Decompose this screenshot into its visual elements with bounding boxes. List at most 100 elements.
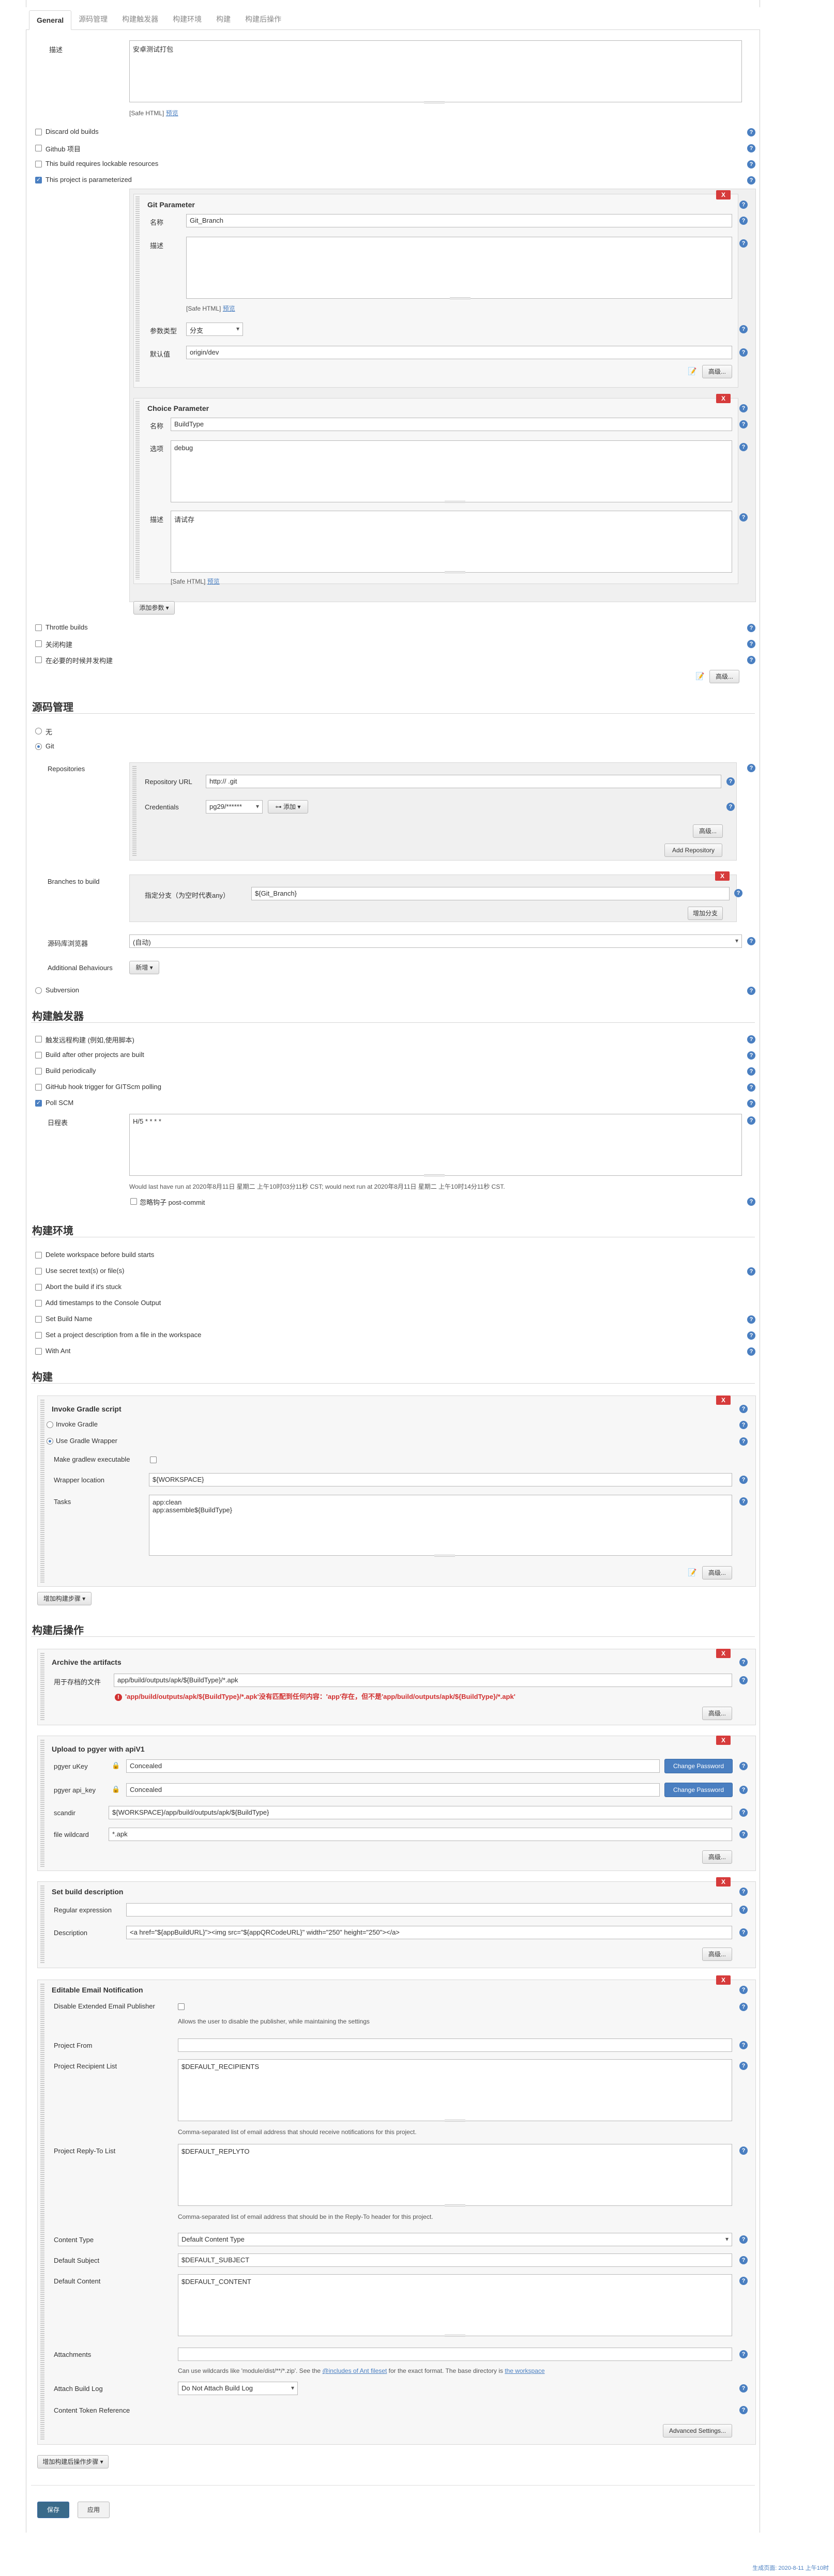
help-icon[interactable]: ?: [726, 803, 735, 811]
help-icon[interactable]: ?: [739, 2235, 748, 2244]
help-icon[interactable]: ?: [739, 2384, 748, 2393]
recipients-textarea[interactable]: $DEFAULT_RECIPIENTS: [178, 2059, 732, 2121]
ukey-input[interactable]: Concealed: [126, 1759, 660, 1773]
drag-handle[interactable]: [40, 1740, 44, 1867]
tab-scm[interactable]: 源码管理: [71, 9, 115, 29]
checkbox-build-after[interactable]: [35, 1052, 42, 1059]
resize-grip[interactable]: [434, 1555, 455, 1557]
radio-scm-none[interactable]: [35, 728, 42, 734]
help-icon[interactable]: ?: [747, 1035, 755, 1044]
project-from-input[interactable]: [178, 2038, 732, 2052]
help-icon[interactable]: ?: [739, 2277, 748, 2285]
tasks-textarea[interactable]: app:clean app:assemble${BuildType}: [149, 1495, 732, 1556]
help-icon[interactable]: ?: [739, 1986, 748, 1994]
notepad-icon[interactable]: 📝: [695, 672, 704, 681]
help-icon[interactable]: ?: [739, 217, 748, 225]
help-icon[interactable]: ?: [739, 1906, 748, 1914]
tab-build[interactable]: 构建: [209, 9, 238, 29]
help-icon[interactable]: ?: [739, 2406, 748, 2414]
delete-email-button[interactable]: X: [716, 1975, 731, 1985]
help-icon[interactable]: ?: [747, 624, 755, 632]
preview-link[interactable]: 预览: [166, 110, 178, 117]
help-icon[interactable]: ?: [739, 1497, 748, 1506]
repo-url-input[interactable]: http:// .git: [206, 775, 721, 788]
help-icon[interactable]: ?: [747, 128, 755, 136]
git-type-select[interactable]: 分支: [186, 323, 243, 336]
notepad-icon[interactable]: 📝: [688, 1568, 696, 1577]
resize-grip[interactable]: [445, 501, 465, 503]
checkbox-disable-build[interactable]: [35, 640, 42, 647]
regex-input[interactable]: [126, 1903, 732, 1916]
apikey-input[interactable]: Concealed: [126, 1783, 660, 1797]
checkbox-set-build-name[interactable]: [35, 1316, 42, 1323]
add-branch-button[interactable]: 增加分支: [688, 907, 723, 920]
git-name-input[interactable]: Git_Branch: [186, 214, 732, 227]
help-icon[interactable]: ?: [747, 937, 755, 945]
add-parameter-button[interactable]: 添加参数 ▾: [133, 601, 175, 615]
help-icon[interactable]: ?: [747, 1067, 755, 1076]
attach-log-select[interactable]: Do Not Attach Build Log: [178, 2382, 298, 2395]
tab-triggers[interactable]: 构建触发器: [115, 9, 165, 29]
delete-description-button[interactable]: X: [716, 1877, 731, 1887]
help-icon[interactable]: ?: [747, 1099, 755, 1108]
advanced-button[interactable]: 高级...: [702, 1566, 732, 1580]
help-icon[interactable]: ?: [739, 2350, 748, 2358]
checkbox-lockable[interactable]: [35, 161, 42, 167]
choice-name-input[interactable]: BuildType: [171, 418, 732, 431]
help-icon[interactable]: ?: [739, 2041, 748, 2049]
archive-files-input[interactable]: app/build/outputs/apk/${BuildType}/*.apk: [114, 1674, 732, 1687]
description-textarea[interactable]: 安卓测试打包: [129, 40, 742, 102]
resize-grip[interactable]: [445, 2335, 465, 2337]
help-icon[interactable]: ?: [747, 1083, 755, 1092]
apply-button[interactable]: 应用: [78, 2502, 110, 2518]
resize-grip[interactable]: [445, 2120, 465, 2122]
help-icon[interactable]: ?: [739, 1405, 748, 1413]
advanced-settings-button[interactable]: Advanced Settings...: [663, 2424, 732, 2437]
checkbox-parameterized[interactable]: [35, 176, 42, 183]
help-icon[interactable]: ?: [739, 1928, 748, 1937]
add-build-step-button[interactable]: 增加构建步骤 ▾: [37, 1592, 92, 1605]
help-icon[interactable]: ?: [739, 1421, 748, 1429]
radio-scm-subversion[interactable]: [35, 987, 42, 994]
help-icon[interactable]: ?: [734, 889, 742, 897]
help-icon[interactable]: ?: [739, 1830, 748, 1838]
help-icon[interactable]: ?: [739, 2062, 748, 2070]
git-default-input[interactable]: origin/dev: [186, 346, 732, 359]
help-icon[interactable]: ?: [726, 777, 735, 786]
resize-grip[interactable]: [450, 297, 471, 299]
choice-desc-textarea[interactable]: 请试存: [171, 511, 732, 573]
checkbox-make-executable[interactable]: [150, 1456, 157, 1463]
checkbox-secret-text[interactable]: [35, 1268, 42, 1275]
advanced-button[interactable]: 高级...: [702, 365, 732, 378]
radio-use-wrapper[interactable]: [47, 1438, 53, 1445]
help-icon[interactable]: ?: [739, 1676, 748, 1684]
add-behaviour-button[interactable]: 新增 ▾: [129, 961, 159, 974]
help-icon[interactable]: ?: [739, 1658, 748, 1666]
drag-handle[interactable]: [40, 1400, 44, 1583]
resize-grip[interactable]: [424, 101, 445, 103]
checkbox-github-project[interactable]: [35, 145, 42, 151]
help-icon[interactable]: ?: [739, 1888, 748, 1896]
advanced-button[interactable]: 高级...: [702, 1948, 732, 1961]
advanced-button[interactable]: 高级...: [702, 1707, 732, 1720]
wildcard-input[interactable]: *.apk: [109, 1828, 732, 1841]
drag-handle[interactable]: [135, 196, 140, 382]
repo-browser-select[interactable]: (自动): [129, 934, 742, 948]
wrapper-location-input[interactable]: ${WORKSPACE}: [149, 1473, 732, 1486]
help-icon[interactable]: ?: [739, 325, 748, 333]
scandir-input[interactable]: ${WORKSPACE}/app/build/outputs/apk/${Bui…: [109, 1806, 732, 1819]
help-icon[interactable]: ?: [739, 443, 748, 451]
help-icon[interactable]: ?: [739, 1808, 748, 1817]
checkbox-remote-trigger[interactable]: [35, 1036, 42, 1042]
help-icon[interactable]: ?: [739, 1762, 748, 1770]
advanced-button[interactable]: 高级...: [709, 670, 739, 683]
help-icon[interactable]: ?: [747, 160, 755, 168]
help-icon[interactable]: ?: [747, 1051, 755, 1060]
help-icon[interactable]: ?: [739, 201, 748, 209]
checkbox-abort-stuck[interactable]: [35, 1284, 42, 1291]
help-icon[interactable]: ?: [739, 2256, 748, 2264]
help-icon[interactable]: ?: [739, 348, 748, 357]
radio-scm-git[interactable]: [35, 743, 42, 750]
tab-build-env[interactable]: 构建环境: [165, 9, 209, 29]
checkbox-timestamps[interactable]: [35, 1300, 42, 1307]
